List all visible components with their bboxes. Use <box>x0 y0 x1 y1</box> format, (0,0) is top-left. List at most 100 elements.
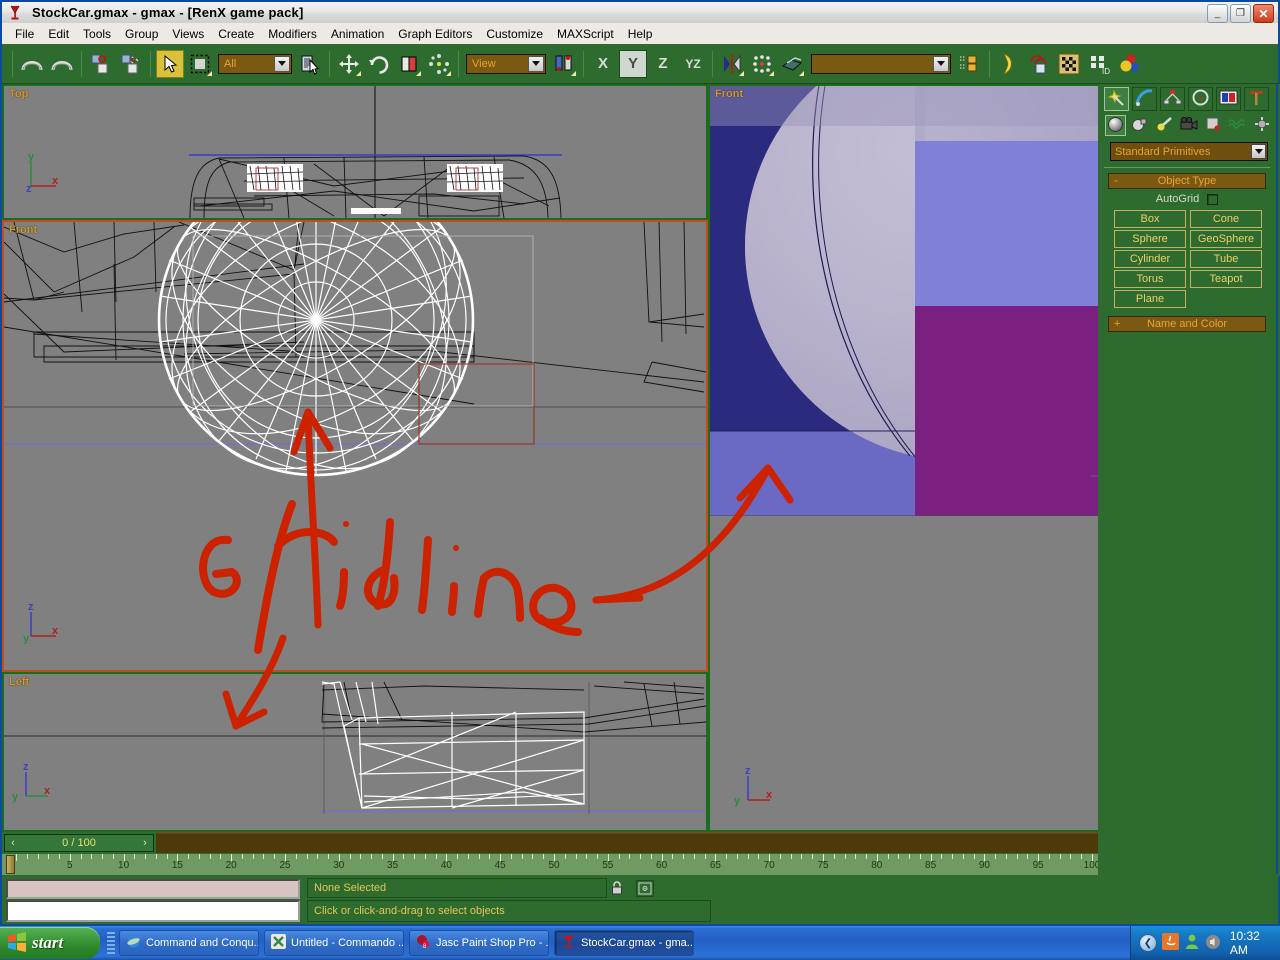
snapshot-button[interactable] <box>778 50 806 78</box>
space-warps-button[interactable] <box>1227 115 1247 136</box>
utilities-tab[interactable] <box>1244 87 1269 111</box>
mirror-button[interactable] <box>718 50 746 78</box>
array-button[interactable] <box>748 50 776 78</box>
cone-button[interactable]: Cone <box>1190 210 1262 228</box>
menu-item-group[interactable]: Group <box>118 25 165 43</box>
viewport-top[interactable]: Top <box>2 84 708 220</box>
time-slider[interactable]: ‹ 0 / 100 › <box>4 834 154 852</box>
undo-button[interactable] <box>18 50 46 78</box>
restore-button[interactable]: ❐ <box>1230 4 1251 23</box>
subcategory-combo[interactable]: Standard Primitives <box>1110 142 1268 161</box>
create-tab[interactable] <box>1104 87 1129 111</box>
layer-manager-button[interactable] <box>956 50 984 78</box>
close-button[interactable]: ✕ <box>1253 4 1274 23</box>
restrict-yz-button[interactable]: YZ <box>679 50 707 78</box>
align-button[interactable] <box>550 50 578 78</box>
sphere-button[interactable]: Sphere <box>1114 230 1186 248</box>
menu-item-file[interactable]: File <box>8 25 41 43</box>
schematic-view-button[interactable] <box>1025 50 1053 78</box>
restrict-y-button[interactable]: Y <box>619 50 647 78</box>
render-scene-button[interactable]: ID <box>1085 50 1113 78</box>
reference-coordinate-system-combo[interactable]: View <box>466 54 546 74</box>
named-selection-sets-field[interactable] <box>811 54 951 74</box>
unlink-selection-button[interactable] <box>117 50 145 78</box>
hierarchy-tab[interactable] <box>1160 87 1185 111</box>
chevron-down-icon[interactable] <box>274 56 290 72</box>
rectangular-selection-region-button[interactable] <box>186 50 214 78</box>
java-icon[interactable] <box>1162 933 1179 953</box>
taskbar-item-ie[interactable]: Command and Conqu... <box>119 930 259 956</box>
viewport-front-right[interactable]: Front <box>708 84 1100 832</box>
maxscript-mini-listener-input[interactable] <box>6 900 300 922</box>
cylinder-button[interactable]: Cylinder <box>1114 250 1186 268</box>
display-tab[interactable] <box>1216 87 1241 111</box>
use-center-button[interactable] <box>425 50 453 78</box>
system-clock[interactable]: 10:32 AM <box>1230 929 1280 957</box>
autogrid-checkbox[interactable] <box>1207 194 1218 205</box>
menu-item-animation[interactable]: Animation <box>324 25 391 43</box>
torus-button[interactable]: Torus <box>1114 270 1186 288</box>
geometry-button[interactable] <box>1105 115 1126 136</box>
viewport-front-main[interactable]: Front <box>2 220 708 672</box>
restrict-x-button[interactable]: X <box>589 50 617 78</box>
geosphere-button[interactable]: GeoSphere <box>1190 230 1262 248</box>
taskbar-item-paintshop[interactable]: 8 Jasc Paint Shop Pro - ... <box>409 930 549 956</box>
selection-filter-combo[interactable]: All <box>218 54 292 74</box>
chevron-down-icon[interactable] <box>1251 144 1266 159</box>
motion-tab[interactable] <box>1188 87 1213 111</box>
systems-button[interactable] <box>1252 115 1272 136</box>
quick-launch-grip[interactable] <box>107 931 115 955</box>
select-object-button[interactable] <box>156 50 184 78</box>
start-button[interactable]: start <box>0 927 100 959</box>
menu-item-graph-editors[interactable]: Graph Editors <box>391 25 479 43</box>
menu-item-help[interactable]: Help <box>621 25 660 43</box>
autogrid-label: AutoGrid <box>1156 193 1199 205</box>
absolute-relative-transform-icon[interactable] <box>636 880 654 897</box>
plane-button[interactable]: Plane <box>1114 290 1186 308</box>
select-and-rotate-button[interactable] <box>365 50 393 78</box>
select-and-scale-button[interactable] <box>395 50 423 78</box>
menu-item-modifiers[interactable]: Modifiers <box>261 25 324 43</box>
timeline-ruler[interactable]: 5101520253035404550556065707580859095100 <box>2 854 1098 875</box>
minimize-button[interactable]: _ <box>1207 4 1228 23</box>
lock-selection-icon[interactable] <box>610 880 624 896</box>
chevron-left-icon[interactable]: ❮ <box>1139 934 1157 952</box>
taskbar-item-gmax[interactable]: StockCar.gmax - gma... <box>554 930 694 956</box>
menu-item-create[interactable]: Create <box>211 25 261 43</box>
taskbar-item-commando[interactable]: Untitled - Commando ... <box>264 930 404 956</box>
curve-editor-button[interactable] <box>995 50 1023 78</box>
viewport-left[interactable]: Left <box>2 672 708 832</box>
object-type-header[interactable]: - Object Type <box>1108 173 1266 189</box>
teapot-button[interactable]: Teapot <box>1190 270 1262 288</box>
material-editor-button[interactable] <box>1055 50 1083 78</box>
chevron-down-icon[interactable] <box>528 56 544 72</box>
chevron-down-icon[interactable] <box>933 56 949 72</box>
tube-button[interactable]: Tube <box>1190 250 1262 268</box>
box-button[interactable]: Box <box>1114 210 1186 228</box>
helpers-button[interactable] <box>1203 115 1223 136</box>
redo-button[interactable] <box>48 50 76 78</box>
previous-frame-arrow[interactable]: ‹ <box>5 835 21 851</box>
modify-tab[interactable] <box>1132 87 1157 111</box>
next-frame-arrow[interactable]: › <box>137 835 153 851</box>
volume-icon[interactable] <box>1205 934 1221 953</box>
select-and-link-button[interactable] <box>87 50 115 78</box>
shapes-button[interactable] <box>1130 115 1150 136</box>
restrict-z-button[interactable]: Z <box>649 50 677 78</box>
ruler-handle[interactable] <box>6 855 15 874</box>
select-by-name-button[interactable] <box>296 50 324 78</box>
select-and-move-button[interactable] <box>335 50 363 78</box>
system-tray: ❮ 10:32 AM <box>1130 926 1280 960</box>
cameras-button[interactable] <box>1178 115 1198 136</box>
menu-item-maxscript[interactable]: MAXScript <box>550 25 621 43</box>
menu-item-tools[interactable]: Tools <box>76 25 118 43</box>
menu-item-views[interactable]: Views <box>165 25 211 43</box>
render-type-button[interactable] <box>1115 50 1143 78</box>
lights-button[interactable] <box>1154 115 1174 136</box>
track-strip[interactable] <box>156 833 1098 853</box>
maxscript-mini-listener-output[interactable] <box>6 879 300 899</box>
name-and-color-header[interactable]: + Name and Color <box>1108 316 1266 332</box>
menu-item-customize[interactable]: Customize <box>479 25 550 43</box>
menu-item-edit[interactable]: Edit <box>41 25 76 43</box>
user-account-icon[interactable] <box>1184 933 1200 953</box>
